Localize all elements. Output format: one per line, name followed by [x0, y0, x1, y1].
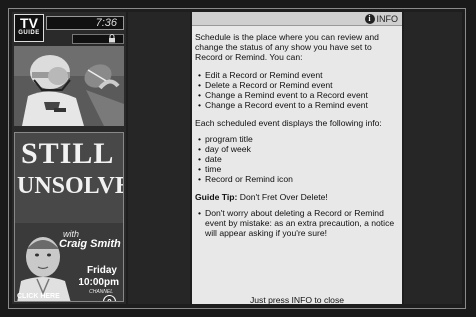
panel-header: i INFO: [192, 12, 402, 26]
intro-paragraph: Schedule is the place where you can revi…: [195, 32, 379, 62]
close-hint: Just press INFO to close: [249, 295, 345, 304]
guide-tip-heading: Guide Tip: Don't Fret Over Delete!: [195, 192, 400, 202]
guide-tip-title: Don't Fret Over Delete!: [239, 192, 328, 202]
ad-title-line1: STILL: [21, 137, 115, 170]
panel-right-margin: [404, 12, 462, 304]
tip-item: Don't worry about deleting a Record or R…: [195, 208, 400, 238]
action-item: Change a Remind event to a Record event: [195, 90, 400, 100]
ad-host-name: Craig Smith: [59, 238, 121, 250]
ad-day: Friday: [86, 265, 117, 276]
action-item: Change a Record event to a Remind event: [195, 100, 400, 110]
clock-bar: 7:36: [46, 16, 124, 30]
left-column: TV GUIDE 7:36 STILL UNSOLV with Craig Sm…: [12, 12, 126, 304]
clock-time: 7:36: [95, 17, 117, 29]
detail-item: Record or Remind icon: [195, 174, 400, 184]
panel-left-margin: [128, 12, 190, 304]
detail-item: program title: [195, 134, 400, 144]
detail-item: date: [195, 154, 400, 164]
help-content: Schedule is the place where you can revi…: [195, 32, 400, 238]
details-list: program title day of week date time Reco…: [195, 134, 400, 184]
guide-tip-label: Guide Tip:: [195, 192, 238, 202]
info-help-panel: i INFO Schedule is the place where you c…: [192, 12, 402, 304]
logo-guide-text: GUIDE: [18, 30, 40, 36]
status-bar: [72, 34, 124, 44]
lock-icon: [107, 34, 117, 45]
live-video-thumbnail[interactable]: [14, 46, 124, 126]
ad-channel-number: 9: [103, 295, 116, 301]
ad-time: 10:00pm: [78, 277, 119, 288]
logo-tv-text: TV: [20, 15, 38, 31]
info-badge[interactable]: i INFO: [364, 13, 399, 25]
tip-list: Don't worry about deleting a Record or R…: [195, 208, 400, 238]
promo-ad[interactable]: STILL UNSOLVED with Craig Smith Friday 1…: [14, 132, 124, 302]
tv-guide-logo: TV GUIDE: [14, 14, 44, 42]
detail-item: time: [195, 164, 400, 174]
detail-item: day of week: [195, 144, 400, 154]
actions-list: Edit a Record or Remind event Delete a R…: [195, 70, 400, 110]
info-badge-label: INFO: [376, 13, 399, 24]
click-here-link[interactable]: CLICK HERE: [17, 293, 60, 300]
details-intro: Each scheduled event displays the follow…: [195, 118, 382, 128]
ad-title-line2: UNSOLVED: [17, 173, 123, 199]
action-item: Edit a Record or Remind event: [195, 70, 400, 80]
action-item: Delete a Record or Remind event: [195, 80, 400, 90]
tv-guide-screen: TV GUIDE 7:36 STILL UNSOLV with Craig Sm…: [0, 0, 476, 317]
info-icon: i: [364, 14, 375, 24]
